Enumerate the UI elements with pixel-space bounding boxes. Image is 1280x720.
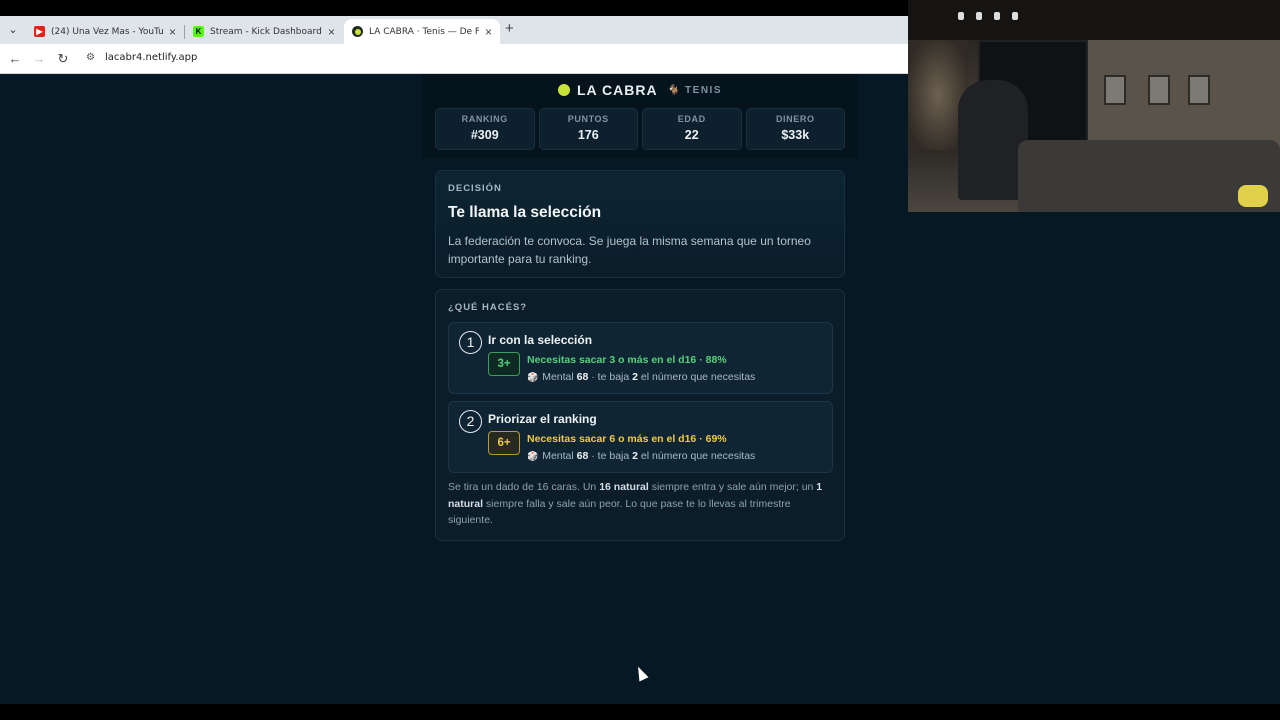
option-title: Priorizar el ranking <box>488 412 597 426</box>
tennis-ball-icon <box>558 84 570 96</box>
choices-card: ¿QUÉ HACÉS? 1 Ir con la selección 3+ Nec… <box>435 289 845 541</box>
close-icon[interactable]: × <box>169 25 176 39</box>
track-light-icon <box>1012 12 1018 20</box>
youtube-icon: ▶ <box>34 26 45 37</box>
option-modifier: 🎲 Mental 68 · te baja 2 el número que nec… <box>527 371 755 383</box>
framed-jersey <box>1188 75 1210 105</box>
option-title: Ir con la selección <box>488 333 593 347</box>
stat-value: #309 <box>470 128 499 142</box>
brand: LA CABRA 🐐 TENIS <box>422 82 858 98</box>
modifier-mid: · te baja <box>588 450 633 462</box>
game-header: LA CABRA 🐐 TENIS RANKING #309 PUNTOS 176… <box>422 74 858 158</box>
option-number: 2 <box>459 410 482 433</box>
dice-rules-footnote: Se tira un dado de 16 caras. Un 16 natur… <box>448 479 838 529</box>
track-light-icon <box>994 12 1000 20</box>
track-light-icon <box>958 12 964 20</box>
decision-body: La federación te convoca. Se juega la mi… <box>448 234 811 266</box>
tab-la-cabra[interactable]: LA CABRA · Tenis — De Futures × <box>344 19 500 44</box>
site-settings-icon[interactable]: ⚙ <box>86 52 95 63</box>
webcam-toy <box>1238 185 1268 207</box>
brand-subtitle: TENIS <box>685 84 722 96</box>
tab-search-chevron-icon[interactable]: ⌄ <box>4 22 22 38</box>
stat-label: RANKING <box>461 114 508 124</box>
choices-eyebrow: ¿QUÉ HACÉS? <box>448 302 528 313</box>
bottom-black-bar <box>0 704 1280 720</box>
footnote-bold: 16 natural <box>599 481 649 493</box>
forward-arrow-icon[interactable]: → <box>31 51 47 66</box>
modifier-stat: 68 <box>576 371 589 383</box>
address-bar: ← → ↻ ⚙ lacabr4.netlify.app <box>0 44 908 74</box>
la-cabra-favicon-icon <box>352 26 363 37</box>
back-arrow-icon[interactable]: ← <box>7 51 23 66</box>
modifier-suffix: el número que necesitas <box>637 371 756 383</box>
browser-tab-bar: ⌄ ▶ (24) Una Vez Mas - YouTube × K Strea… <box>0 16 908 44</box>
dice-icon: 🎲 <box>527 372 539 382</box>
kick-icon: K <box>193 26 204 37</box>
decision-title: Te llama la selección <box>448 204 602 221</box>
option-ir-con-la-seleccion[interactable]: 1 Ir con la selección 3+ Necesitas sacar… <box>448 322 833 394</box>
option-priorizar-el-ranking[interactable]: 2 Priorizar el ranking 6+ Necesitas saca… <box>448 401 833 473</box>
url-field[interactable]: lacabr4.netlify.app <box>105 52 197 63</box>
decision-eyebrow: DECISIÓN <box>448 183 502 194</box>
stat-value: $33k <box>781 128 810 142</box>
webcam-overlay <box>908 0 1280 212</box>
stat-label: EDAD <box>677 114 706 124</box>
dice-icon: 🎲 <box>527 451 539 461</box>
screen: ⌄ ▶ (24) Una Vez Mas - YouTube × K Strea… <box>0 0 1280 720</box>
option-modifier: 🎲 Mental 68 · te baja 2 el número que nec… <box>527 450 755 462</box>
option-number: 1 <box>459 331 482 354</box>
stat-puntos: PUNTOS 176 <box>538 108 638 150</box>
webcam-ceiling <box>908 0 1280 40</box>
option-chance: Necesitas sacar 3 o más en el d16 · 88% <box>527 354 727 366</box>
stat-label: PUNTOS <box>567 114 609 124</box>
stats-row: RANKING #309 PUNTOS 176 EDAD 22 DINERO $… <box>435 108 845 150</box>
modifier-mid: · te baja <box>588 371 633 383</box>
framed-jersey <box>1104 75 1126 105</box>
stat-dinero: DINERO $33k <box>745 108 845 150</box>
stat-label: DINERO <box>775 114 815 124</box>
brand-name: LA CABRA <box>577 82 658 98</box>
tab-title: (24) Una Vez Mas - YouTube <box>51 26 163 37</box>
close-icon[interactable]: × <box>485 25 492 39</box>
reload-icon[interactable]: ↻ <box>55 51 71 67</box>
modifier-stat: 68 <box>576 450 589 462</box>
modifier-prefix: Mental <box>542 371 577 383</box>
footnote-text: siempre falla y sale aún peor. Lo que pa… <box>448 497 791 527</box>
decision-card: DECISIÓN Te llama la selección La federa… <box>435 170 845 278</box>
track-light-icon <box>976 12 982 20</box>
roll-target-badge: 6+ <box>488 431 520 455</box>
tab-kick-dashboard[interactable]: K Stream - Kick Dashboard × <box>185 19 343 44</box>
tab-title: Stream - Kick Dashboard <box>210 26 322 37</box>
framed-jersey <box>1148 75 1170 105</box>
tab-youtube[interactable]: ▶ (24) Una Vez Mas - YouTube × <box>26 19 184 44</box>
tab-title: LA CABRA · Tenis — De Futures <box>369 26 479 37</box>
modifier-prefix: Mental <box>542 450 577 462</box>
modifier-suffix: el número que necesitas <box>637 450 756 462</box>
footnote-text: Se tira un dado de 16 caras. Un <box>448 481 600 493</box>
stat-ranking: RANKING #309 <box>435 108 535 150</box>
stat-edad: EDAD 22 <box>642 108 742 150</box>
stat-value: 176 <box>577 128 599 142</box>
close-icon[interactable]: × <box>328 25 335 39</box>
goat-icon: 🐐 <box>667 84 681 96</box>
new-tab-button[interactable]: + <box>505 20 514 37</box>
footnote-text: siempre entra y sale aún mejor; un <box>648 481 817 493</box>
roll-target-badge: 3+ <box>488 352 520 376</box>
stat-value: 22 <box>684 128 699 142</box>
mouse-cursor-icon <box>633 664 649 682</box>
option-chance: Necesitas sacar 6 o más en el d16 · 69% <box>527 433 727 445</box>
